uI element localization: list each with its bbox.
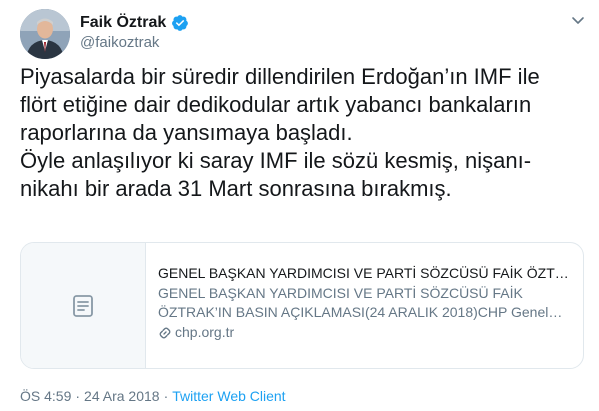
- tweet: Faik Öztrak @faikoztrak Piyasalarda bir …: [0, 0, 599, 411]
- meta-separator: ·: [75, 388, 81, 404]
- verified-badge-icon: [172, 15, 189, 31]
- tweet-meta: ÖS 4:59 · 24 Ara 2018 · Twitter Web Clie…: [20, 388, 286, 404]
- avatar[interactable]: [20, 9, 70, 59]
- card-thumbnail: [21, 243, 146, 368]
- document-icon: [73, 294, 93, 317]
- chevron-down-icon[interactable]: [570, 12, 586, 28]
- author-name-row[interactable]: Faik Öztrak: [80, 14, 189, 32]
- meta-separator-2: ·: [163, 388, 169, 404]
- card-body: GENEL BAŞKAN YARDIMCISI VE PARTİ SÖZCÜSÜ…: [146, 243, 583, 368]
- link-preview-card[interactable]: GENEL BAŞKAN YARDIMCISI VE PARTİ SÖZCÜSÜ…: [20, 242, 584, 369]
- tweet-paragraph-2: Öyle anlaşılıyor ki saray IMF ile sözü k…: [20, 148, 532, 201]
- tweet-time[interactable]: ÖS 4:59: [20, 388, 71, 404]
- tweet-date[interactable]: 24 Ara 2018: [84, 388, 160, 404]
- card-title[interactable]: GENEL BAŞKAN YARDIMCISI VE PARTİ SÖZCÜSÜ…: [158, 264, 569, 283]
- author-handle[interactable]: @faikoztrak: [80, 34, 159, 51]
- tweet-text: Piyasalarda bir süredir dillendirilen Er…: [20, 63, 580, 203]
- tweet-source-link[interactable]: Twitter Web Client: [172, 388, 285, 404]
- card-domain-row: chp.org.tr: [158, 323, 569, 342]
- card-domain: chp.org.tr: [175, 324, 235, 340]
- author-display-name[interactable]: Faik Öztrak: [80, 14, 166, 32]
- tweet-paragraph-1: Piyasalarda bir süredir dillendirilen Er…: [20, 64, 540, 145]
- link-icon: [159, 327, 171, 338]
- card-description: GENEL BAŞKAN YARDIMCISI VE PARTİ SÖZCÜSÜ…: [158, 285, 549, 320]
